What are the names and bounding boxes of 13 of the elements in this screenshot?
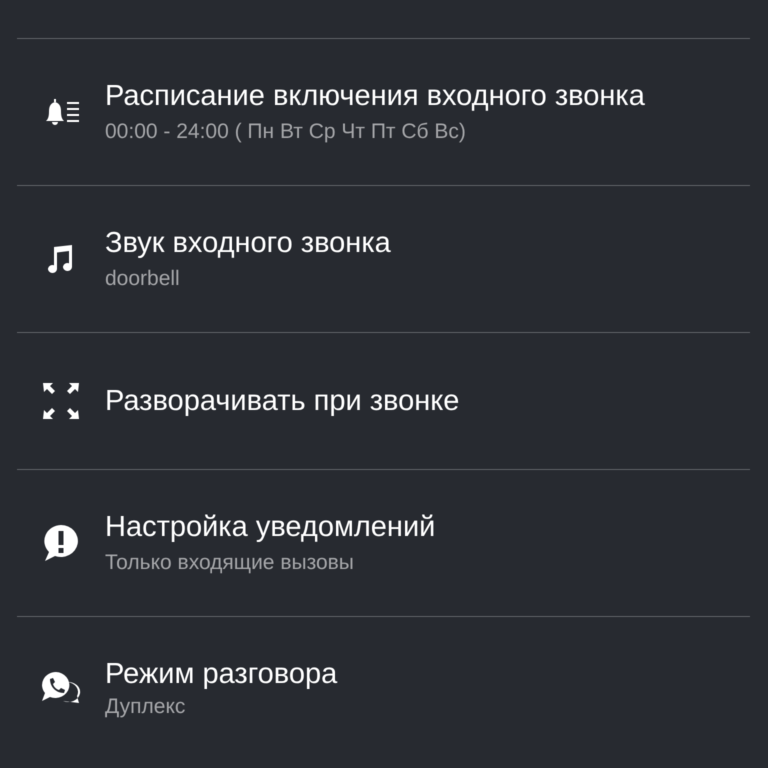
setting-title[interactable]: Разворачивать при звонке	[105, 381, 460, 421]
setting-value: Дуплекс	[105, 694, 186, 720]
setting-value: doorbell	[105, 266, 181, 292]
alert-bubble-icon	[42, 523, 80, 563]
setting-title[interactable]: Звук входного звонка	[105, 223, 391, 263]
setting-title[interactable]: Настройка уведомлений	[105, 507, 436, 547]
setting-title[interactable]: Расписание включения входного звонка	[105, 76, 645, 116]
expand-arrows-icon	[42, 382, 80, 420]
setting-value: 00:00 - 24:00 ( Пн Вт Ср Чт Пт Сб Вс)	[105, 119, 467, 145]
setting-title[interactable]: Режим разговора	[105, 654, 338, 694]
phone-chat-icon	[41, 670, 81, 704]
setting-value: Только входящие вызовы	[105, 550, 355, 576]
music-note-icon	[47, 243, 75, 275]
